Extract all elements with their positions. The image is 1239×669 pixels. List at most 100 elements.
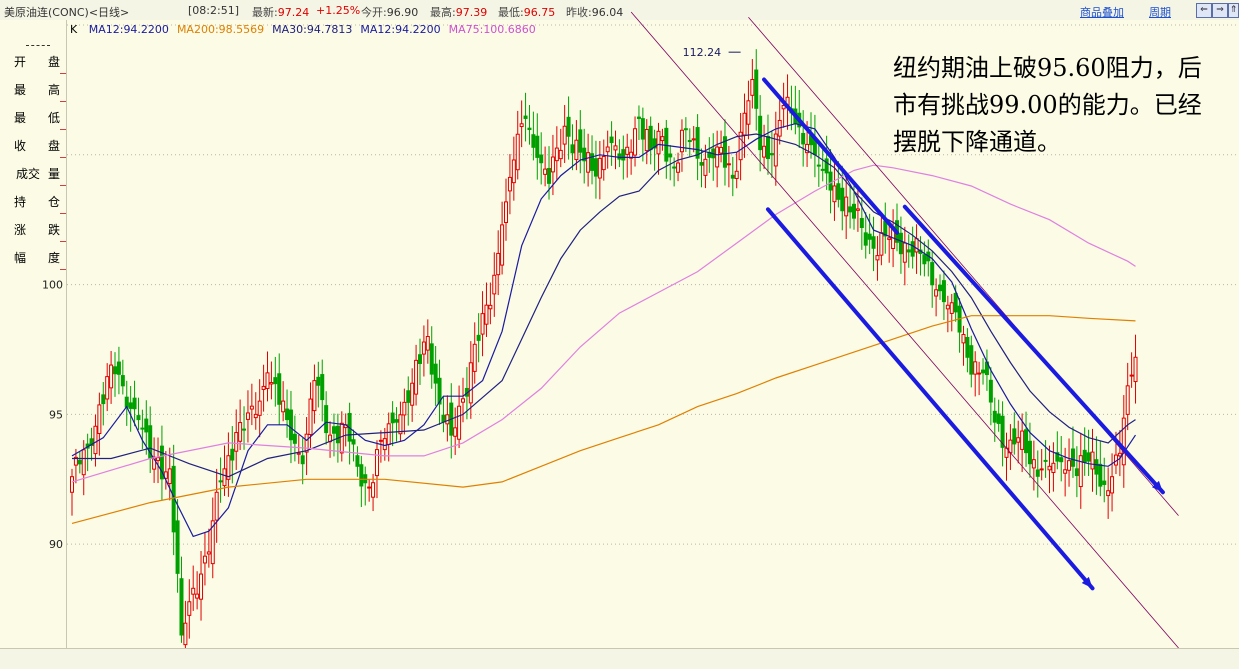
candle-body bbox=[136, 415, 141, 421]
candle-body bbox=[511, 159, 516, 184]
candle-body bbox=[973, 361, 978, 375]
candle-body bbox=[765, 135, 770, 160]
candle-body bbox=[386, 423, 391, 446]
candle-body bbox=[840, 187, 845, 212]
candle-body bbox=[949, 302, 954, 314]
candle-body bbox=[828, 171, 833, 191]
candle-body bbox=[288, 409, 293, 441]
candle-body bbox=[1012, 428, 1017, 445]
candle-body bbox=[461, 398, 465, 403]
candle-body bbox=[281, 400, 286, 413]
candle-body bbox=[257, 400, 262, 416]
y-tick-label: 95 bbox=[49, 408, 63, 421]
candle-body bbox=[910, 241, 915, 257]
candle-body bbox=[586, 152, 591, 173]
candle-body bbox=[476, 334, 481, 341]
candle-body bbox=[1070, 448, 1075, 467]
candle-body bbox=[1082, 449, 1087, 463]
candle-body bbox=[1121, 417, 1126, 466]
candle-body bbox=[496, 252, 501, 276]
candle-body bbox=[836, 183, 841, 200]
candle-body bbox=[234, 432, 239, 452]
candle-body bbox=[324, 405, 329, 434]
candle-body bbox=[417, 354, 422, 364]
candle-body bbox=[832, 185, 837, 203]
candle-body bbox=[867, 233, 872, 240]
candle-body bbox=[167, 468, 172, 485]
candle-body bbox=[742, 112, 747, 136]
candle-body bbox=[1078, 455, 1083, 488]
candle-body bbox=[1102, 480, 1107, 485]
candle-body bbox=[855, 208, 860, 211]
candle-body bbox=[554, 147, 559, 162]
candle-body bbox=[113, 366, 118, 375]
candle-body bbox=[1098, 463, 1103, 487]
candle-body bbox=[871, 236, 876, 249]
candle-body bbox=[382, 438, 387, 451]
candle-body bbox=[195, 593, 200, 599]
candle-body bbox=[1133, 356, 1138, 383]
candle-body bbox=[320, 374, 325, 401]
candle-body bbox=[875, 255, 880, 261]
price-annotation: 112.24 bbox=[683, 46, 722, 59]
candle-body bbox=[70, 476, 74, 493]
candle-body bbox=[762, 145, 767, 158]
candle-body bbox=[961, 334, 966, 344]
candle-body bbox=[672, 166, 677, 169]
candle-body bbox=[977, 372, 982, 375]
candle-body bbox=[769, 153, 774, 156]
candle-body bbox=[1043, 459, 1048, 462]
candle-body bbox=[1086, 452, 1091, 462]
candle-body bbox=[687, 140, 692, 143]
candle-body bbox=[543, 168, 548, 175]
legend-ma30: MA30:94.7813 bbox=[272, 23, 353, 36]
candle-body bbox=[1059, 457, 1064, 463]
candle-body bbox=[300, 455, 305, 465]
candle-body bbox=[93, 425, 98, 455]
candle-body bbox=[277, 373, 282, 405]
candle-body bbox=[934, 289, 939, 297]
candle-body bbox=[887, 237, 892, 240]
candle-body bbox=[644, 128, 649, 152]
candle-body bbox=[1047, 465, 1052, 471]
candle-body bbox=[941, 280, 946, 303]
candle-body bbox=[406, 390, 411, 403]
candle-body bbox=[617, 153, 622, 160]
candle-body bbox=[879, 232, 884, 256]
candle-body bbox=[265, 372, 270, 389]
candle-body bbox=[425, 336, 430, 351]
candle-body bbox=[633, 128, 638, 156]
legend-ma200: MA200:98.5569 bbox=[176, 23, 265, 36]
candle-body bbox=[312, 380, 317, 412]
candle-body bbox=[969, 345, 974, 375]
candle-body bbox=[339, 422, 344, 454]
candle-body bbox=[1125, 385, 1130, 415]
candle-body bbox=[331, 426, 336, 434]
candle-body bbox=[938, 284, 943, 292]
candle-body bbox=[1039, 468, 1044, 471]
candle-body bbox=[1117, 452, 1122, 457]
candle-body bbox=[480, 313, 485, 335]
candle-body bbox=[507, 176, 512, 192]
candle-body bbox=[863, 232, 868, 246]
candle-body bbox=[550, 156, 555, 173]
candle-body bbox=[676, 162, 681, 173]
candle-body bbox=[719, 146, 724, 154]
candle-body bbox=[1063, 469, 1068, 474]
candle-body bbox=[132, 397, 137, 410]
candle-body bbox=[816, 164, 821, 167]
legend-ma12: MA12:94.2200 bbox=[88, 23, 169, 36]
candle-body bbox=[539, 154, 544, 164]
candle-body bbox=[230, 448, 235, 461]
candle-body bbox=[218, 480, 223, 483]
candle-body bbox=[140, 427, 145, 430]
candle-body bbox=[414, 359, 419, 395]
candle-body bbox=[492, 274, 497, 295]
candle-body bbox=[378, 439, 383, 442]
candle-body bbox=[206, 551, 211, 555]
candle-body bbox=[214, 491, 219, 521]
candle-body bbox=[625, 146, 630, 155]
candle-body bbox=[261, 385, 266, 390]
candle-body bbox=[527, 127, 532, 131]
candle-body bbox=[374, 449, 379, 477]
